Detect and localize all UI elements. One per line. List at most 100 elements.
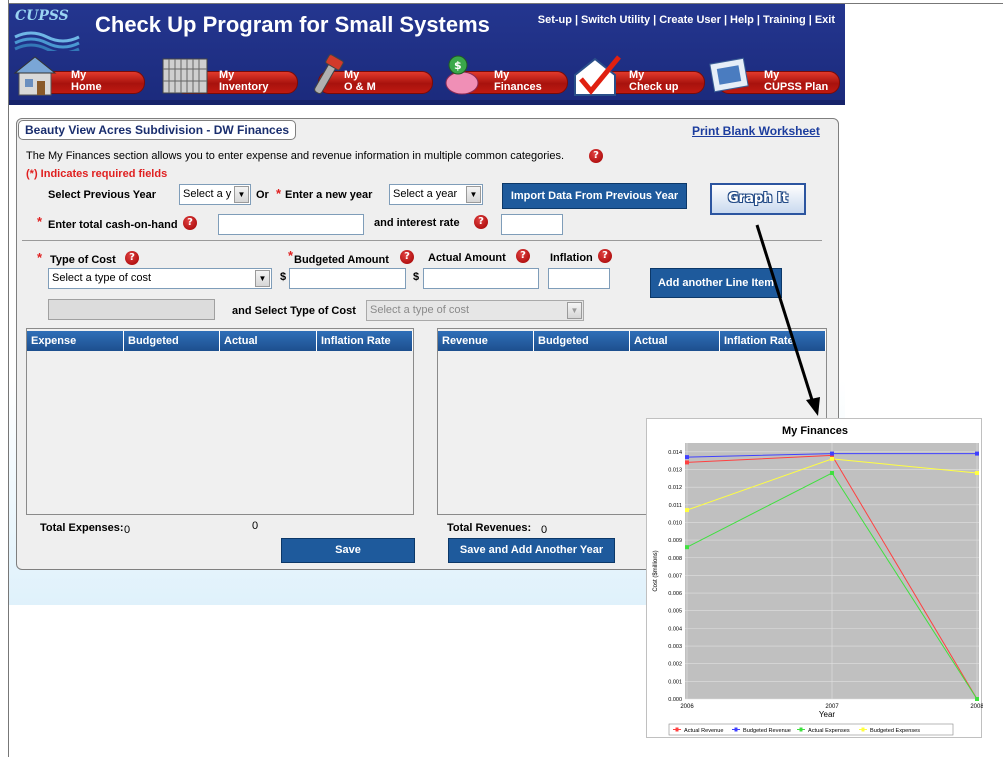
select-previous-year-label: Select Previous Year xyxy=(48,189,157,201)
help-icon[interactable]: ? xyxy=(125,251,139,265)
help-icon[interactable]: ? xyxy=(589,149,603,163)
nav-label: My CUPSS Plan xyxy=(764,69,829,93)
legend-label: Budgeted Expenses xyxy=(870,728,920,734)
previous-year-select[interactable]: Select a y ▼ xyxy=(179,184,251,205)
interest-rate-input[interactable] xyxy=(501,214,563,235)
second-type-of-cost-select[interactable]: Select a type of cost ▼ xyxy=(366,300,584,321)
col-inflation-rate[interactable]: Inflation Rate xyxy=(317,331,413,351)
y-tick-label: 0.008 xyxy=(668,556,682,562)
cash-on-hand-input[interactable] xyxy=(218,214,364,235)
data-point xyxy=(685,545,689,550)
graph-it-button[interactable]: Graph It xyxy=(710,183,806,215)
y-tick-label: 0.007 xyxy=(668,573,682,579)
exit-link[interactable]: Exit xyxy=(815,14,835,26)
legend-label: Actual Revenue xyxy=(684,728,724,734)
add-line-item-button[interactable]: Add another Line Item xyxy=(650,268,782,298)
and-select-type-label: and Select Type of Cost xyxy=(232,305,356,317)
currency-symbol: $ xyxy=(413,271,420,283)
required-marker: * xyxy=(37,214,43,229)
col-revenue[interactable]: Revenue xyxy=(438,331,534,351)
y-tick-label: 0.010 xyxy=(668,520,682,526)
total-expenses-actual: 0 xyxy=(252,520,259,532)
inflation-input[interactable] xyxy=(548,268,610,289)
total-expenses-budgeted: 0 xyxy=(124,524,131,536)
nav-label: My O & M xyxy=(344,69,376,93)
chevron-down-icon: ▼ xyxy=(466,186,481,203)
legend-marker xyxy=(861,727,865,732)
my-finances-chart: My Finances 0.000 0.001 0.002 0.003 0.004 0.0… xyxy=(646,418,984,738)
custom-cost-input[interactable] xyxy=(48,299,215,320)
y-tick-label: 0.005 xyxy=(668,609,682,615)
data-point xyxy=(685,455,689,460)
create-user-link[interactable]: Create User xyxy=(659,14,721,26)
training-link[interactable]: Training xyxy=(763,14,806,26)
help-icon[interactable]: ? xyxy=(400,250,414,264)
chevron-down-icon: ▼ xyxy=(567,302,582,319)
actual-amount-input[interactable] xyxy=(423,268,539,289)
budgeted-amount-label: Budgeted Amount xyxy=(294,254,389,266)
switch-utility-link[interactable]: Switch Utility xyxy=(581,14,650,26)
import-data-button[interactable]: Import Data From Previous Year xyxy=(502,183,687,209)
nav-my-finances[interactable]: $ My Finances xyxy=(434,53,574,99)
col-actual[interactable]: Actual xyxy=(220,331,317,351)
total-revenues-budgeted: 0 xyxy=(541,524,548,536)
nav-my-inventory[interactable]: My Inventory xyxy=(159,53,304,99)
piggy-bank-icon: $ xyxy=(445,55,479,95)
nav-my-cupss-plan[interactable]: My CUPSS Plan xyxy=(704,53,844,99)
y-axis-label: Cost ($millions) xyxy=(653,550,659,591)
help-link[interactable]: Help xyxy=(730,14,754,26)
pipes-icon xyxy=(162,58,208,94)
type-of-cost-select[interactable]: Select a type of cost ▼ xyxy=(48,268,272,289)
panel-title: Beauty View Acres Subdivision - DW Finan… xyxy=(18,120,297,140)
legend-marker xyxy=(734,727,738,732)
new-year-select[interactable]: Select a year ▼ xyxy=(389,184,483,205)
print-blank-worksheet-link[interactable]: Print Blank Worksheet xyxy=(692,124,820,138)
x-tick-label: 2008 xyxy=(970,704,983,710)
x-axis-label: Year xyxy=(819,710,836,719)
y-tick-label: 0.001 xyxy=(668,679,682,685)
data-point xyxy=(975,697,979,701)
col-inflation-rate[interactable]: Inflation Rate xyxy=(720,331,826,351)
nav-label: My Finances xyxy=(494,69,542,93)
help-icon[interactable]: ? xyxy=(598,249,612,263)
logo-text: CUPSS xyxy=(15,8,69,24)
plan-document-icon xyxy=(709,57,749,93)
inflation-label: Inflation xyxy=(550,252,593,264)
chart-svg: My Finances 0.000 0.001 0.002 0.003 0.004 0.0… xyxy=(653,425,984,736)
nav-label: My Check up xyxy=(629,69,679,93)
help-icon[interactable]: ? xyxy=(183,216,197,230)
save-button[interactable]: Save xyxy=(281,538,415,563)
section-divider xyxy=(22,240,822,241)
interest-rate-label: and interest rate xyxy=(374,217,460,229)
help-icon[interactable]: ? xyxy=(474,215,488,229)
y-tick-label: 0.012 xyxy=(668,485,682,491)
budgeted-amount-input[interactable] xyxy=(289,268,406,289)
help-icon[interactable]: ? xyxy=(516,249,530,263)
save-and-add-year-button[interactable]: Save and Add Another Year xyxy=(448,538,615,563)
col-expense[interactable]: Expense xyxy=(27,331,124,351)
app-header: CUPSS Check Up Program for Small Systems… xyxy=(9,4,845,105)
chevron-down-icon: ▼ xyxy=(234,186,249,203)
data-point xyxy=(685,508,689,513)
legend-label: Budgeted Revenue xyxy=(743,728,791,734)
expense-table-header: Expense Budgeted Actual Inflation Rate xyxy=(27,331,413,351)
data-point xyxy=(685,460,689,465)
data-point xyxy=(975,451,979,456)
required-note: (*) Indicates required fields xyxy=(26,168,168,180)
cash-on-hand-label: Enter total cash-on-hand xyxy=(48,219,178,231)
nav-my-home[interactable]: My Home xyxy=(11,53,151,99)
checkmark-house-icon xyxy=(574,55,621,96)
legend-label: Actual Expenses xyxy=(808,728,850,734)
type-of-cost-label: Type of Cost xyxy=(50,254,116,266)
cupss-logo[interactable]: CUPSS xyxy=(11,7,83,55)
intro-text: The My Finances section allows you to en… xyxy=(26,150,565,162)
col-budgeted[interactable]: Budgeted xyxy=(124,331,220,351)
nav-my-checkup[interactable]: My Check up xyxy=(569,53,709,99)
y-tick-label: 0.013 xyxy=(668,467,682,473)
chart-title: My Finances xyxy=(782,425,848,437)
required-marker: * xyxy=(276,186,282,201)
col-budgeted[interactable]: Budgeted xyxy=(534,331,630,351)
setup-link[interactable]: Set-up xyxy=(538,14,572,26)
col-actual[interactable]: Actual xyxy=(630,331,720,351)
nav-my-om[interactable]: My O & M xyxy=(304,53,439,99)
